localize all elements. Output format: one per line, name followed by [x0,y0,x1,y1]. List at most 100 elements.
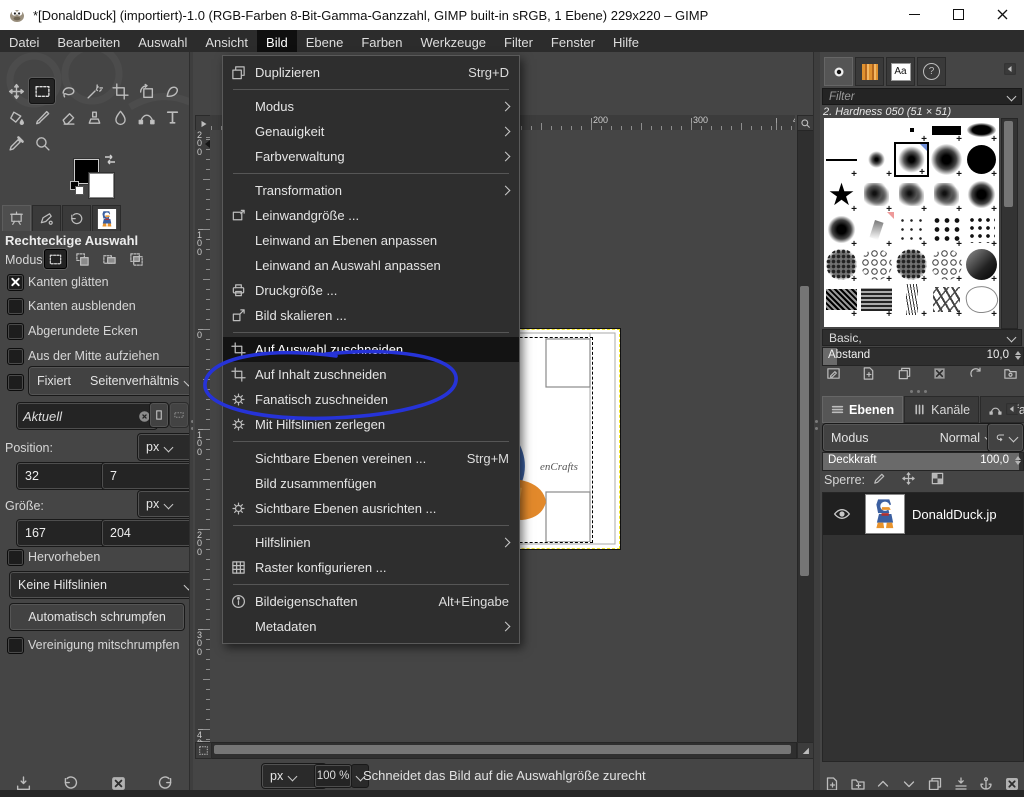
brush-sketch[interactable] [964,282,999,317]
menu-item-bild-skalieren[interactable]: Bild skalieren ... [223,303,519,328]
warp-tool-icon[interactable] [159,78,185,104]
checkbox-kanten-ausblenden[interactable] [7,298,24,315]
horizontal-scrollbar[interactable] [210,742,797,759]
brush-hatch[interactable] [859,282,894,317]
collapse-dock-icon[interactable] [1006,402,1018,420]
brush-chalk[interactable] [859,177,894,212]
move-tool-icon[interactable] [3,78,29,104]
brush-soft2[interactable] [894,142,929,177]
brush-dots[interactable] [964,212,999,247]
portrait-orientation-button[interactable] [149,402,169,428]
brush-star[interactable]: ★ [824,177,859,212]
menu-item-modus[interactable]: Modus [223,94,519,119]
brush-texture[interactable] [824,282,859,317]
zoom-tool-icon[interactable] [29,130,55,156]
brush-filter-input[interactable]: Filter [822,88,1022,105]
layer-name[interactable]: DonaldDuck.jp [912,507,997,522]
new-brush-icon[interactable] [861,366,876,381]
layer-thumbnail[interactable] [865,494,905,534]
brush-chalk[interactable] [894,177,929,212]
open-brush-as-image-icon[interactable] [1003,366,1018,381]
edit-brush-icon[interactable] [826,366,841,381]
vertical-scrollbar[interactable] [797,130,814,744]
quick-mask-toggle[interactable] [195,742,212,759]
color-picker-tool-icon[interactable] [3,130,29,156]
dock-tab-device-status[interactable] [32,205,61,231]
layer-opacity-slider[interactable]: Deckkraft 100,0 [822,452,1024,471]
guides-dropdown[interactable]: Keine Hilfslinien [9,571,201,599]
aspect-ratio-input[interactable]: Aktuell [16,402,158,430]
collapse-dock-icon[interactable] [1004,62,1016,80]
navigation-button[interactable] [797,742,814,759]
layer-list[interactable]: DonaldDuck.jp [822,492,1024,762]
brush-cellp[interactable] [929,247,964,282]
brush-group-dropdown[interactable]: Basic, [822,329,1022,346]
add-mode-button[interactable] [71,249,94,269]
menu-item-genauigkeit[interactable]: Genauigkeit [223,119,519,144]
layer-mode-dropdown[interactable]: Modus Normal [822,423,1002,452]
brush-soft1[interactable] [859,142,894,177]
menubar-item-fenster[interactable]: Fenster [542,30,604,52]
menu-item-bildeigenschaften[interactable]: BildeigenschaftenAlt+Eingabe [223,589,519,614]
brush-round[interactable] [964,142,999,177]
brush-gradball[interactable] [964,247,999,282]
menu-item-transformation[interactable]: Transformation [223,178,519,203]
checkbox-aus-der-mitte-aufziehen[interactable] [7,348,24,365]
lock-alpha-icon[interactable] [930,471,945,486]
brush-ellipse[interactable] [964,118,999,142]
close-button[interactable] [980,0,1024,29]
brush-chalk[interactable] [929,177,964,212]
dock-tab-help[interactable]: ? [917,57,946,86]
smudge-tool-icon[interactable] [107,104,133,130]
background-color-swatch[interactable] [89,173,114,198]
swap-colors-icon[interactable] [102,152,118,173]
menu-item-sichtbare-ebenen-vereinen[interactable]: Sichtbare Ebenen vereinen ...Strg+M [223,446,519,471]
menu-item-farbverwaltung[interactable]: Farbverwaltung [223,144,519,169]
menu-item-mit-hilfslinien-zerlegen[interactable]: Mit Hilfslinien zerlegen [223,412,519,437]
brush-scratch[interactable] [894,282,929,317]
brush-twigs[interactable] [929,282,964,317]
menubar-item-bearbeiten[interactable]: Bearbeiten [48,30,129,52]
menu-item-druckgröße[interactable]: Druckgröße ... [223,278,519,303]
menubar-item-hilfe[interactable]: Hilfe [604,30,648,52]
brush-blob[interactable] [964,177,999,212]
lock-pixels-icon[interactable] [872,471,887,486]
clone-tool-icon[interactable] [81,104,107,130]
vertical-ruler[interactable]: 2 0 01 0 001 0 02 0 03 0 04 0 0 [195,130,211,742]
delete-brush-icon[interactable] [932,366,947,381]
autoshrink-button[interactable]: Automatisch schrumpfen [9,603,185,631]
maximize-button[interactable] [936,0,980,29]
brush-scrollbar[interactable] [1001,118,1018,329]
bucket-fill-tool-icon[interactable] [3,104,29,130]
default-colors-icon-bg[interactable] [75,186,84,195]
fixed-checkbox[interactable] [7,374,24,391]
fuzzy-select-tool-icon[interactable] [81,78,107,104]
paintbrush-tool-icon[interactable] [29,104,55,130]
menu-item-leinwand-an-ebenen-anpassen[interactable]: Leinwand an Ebenen anpassen [223,228,519,253]
menu-item-metadaten[interactable]: Metadaten [223,614,519,639]
paths-tool-icon[interactable] [133,104,159,130]
layer-visibility-eye-icon[interactable] [833,505,851,528]
menu-item-auf-inhalt-zuschneiden[interactable]: Auf Inhalt zuschneiden [223,362,519,387]
checkbox-abgerundete-ecken[interactable] [7,323,24,340]
landscape-orientation-button[interactable] [169,402,189,428]
brush-dots2[interactable] [929,212,964,247]
brush-grid[interactable]: ★ [824,118,999,327]
intersect-mode-button[interactable] [125,249,148,269]
dock-tab-fonts[interactable]: Aa [886,57,915,86]
checkbox-kanten-glätten[interactable] [7,274,24,291]
menubar-item-ebene[interactable]: Ebene [297,30,353,52]
dock-tab-patterns[interactable] [855,57,884,86]
menubar-item-filter[interactable]: Filter [495,30,542,52]
minimize-button[interactable] [892,0,936,29]
menu-item-raster-konfigurieren[interactable]: Raster konfigurieren ... [223,555,519,580]
duplicate-brush-icon[interactable] [897,366,912,381]
title-bar[interactable]: *[DonaldDuck] (importiert)-1.0 (RGB-Farb… [0,0,1024,31]
brush-line[interactable] [824,142,859,177]
menu-item-fanatisch-zuschneiden[interactable]: Fanatisch zuschneiden [223,387,519,412]
menu-item-bild-zusammenfügen[interactable]: Bild zusammenfügen [223,471,519,496]
menubar-item-ansicht[interactable]: Ansicht [196,30,257,52]
menubar-item-werkzeuge[interactable]: Werkzeuge [412,30,496,52]
brush-dots3[interactable] [894,212,929,247]
dock-tab-kanäle[interactable]: Kanäle [904,396,979,423]
